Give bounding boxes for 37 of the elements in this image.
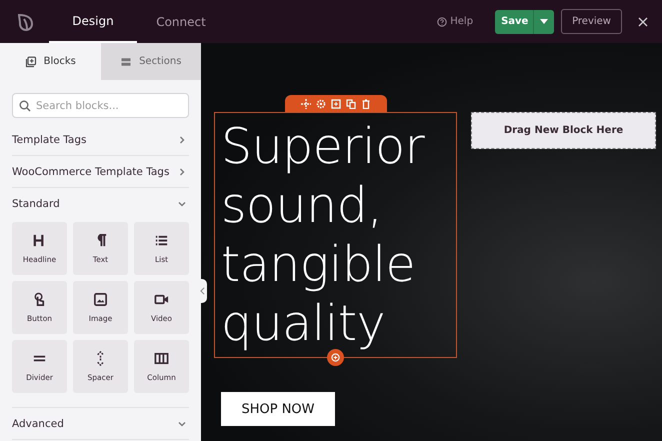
help-link[interactable]: Help xyxy=(450,16,474,27)
sidebar-tab[interactable]: Sections xyxy=(100,43,201,80)
caret-icon xyxy=(540,19,548,24)
image-icon xyxy=(93,292,108,307)
chevron-left-icon xyxy=(200,287,204,295)
block-group-header[interactable]: Advanced xyxy=(12,408,189,439)
chevron-right-icon xyxy=(177,134,187,144)
pointer-icon xyxy=(32,292,47,307)
top-tab[interactable]: Connect xyxy=(137,0,225,43)
save-options-button[interactable] xyxy=(533,10,554,34)
stacked-squares-icon xyxy=(24,56,37,68)
rows-icon xyxy=(120,56,132,68)
plus-circle-icon xyxy=(331,353,340,362)
shop-now-button[interactable]: SHOP NOW xyxy=(221,392,335,426)
collapse-sidebar-button[interactable] xyxy=(197,279,207,303)
move-icon[interactable] xyxy=(301,98,311,108)
block-group-header[interactable]: Template Tags xyxy=(12,124,189,155)
headline-text: Superior sound, tangible quality xyxy=(221,117,426,353)
preview-button[interactable]: Preview xyxy=(561,9,622,34)
leaf-logo-icon xyxy=(15,12,35,32)
add-block-button[interactable] xyxy=(327,349,344,366)
block-group-header[interactable]: Standard xyxy=(12,188,189,219)
drop-zone[interactable]: Drag New Block Here xyxy=(471,112,656,149)
duplicate-icon[interactable] xyxy=(346,98,356,108)
block-group-header[interactable]: WooCommerce Template Tags xyxy=(12,156,189,187)
list-icon xyxy=(154,233,169,248)
close-icon xyxy=(638,16,648,26)
save-button[interactable]: Save xyxy=(495,10,534,34)
close-button[interactable] xyxy=(636,14,650,28)
video-camera-icon xyxy=(154,292,169,307)
chevron-right-icon xyxy=(177,166,187,176)
trash-icon[interactable] xyxy=(361,98,371,108)
search-field[interactable]: Search blocks... xyxy=(12,93,189,118)
save-block-icon[interactable] xyxy=(331,98,341,108)
columns-icon xyxy=(154,351,169,366)
settings-icon[interactable] xyxy=(316,98,326,108)
help-icon xyxy=(437,16,448,26)
